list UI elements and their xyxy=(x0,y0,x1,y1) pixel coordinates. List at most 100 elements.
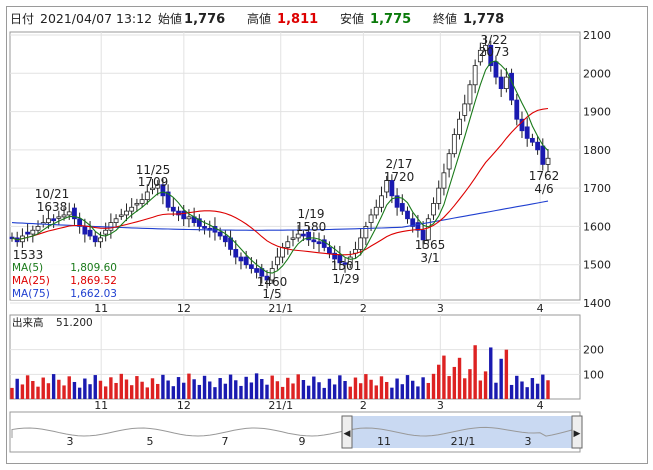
volume-bar xyxy=(51,374,56,399)
volume-bar xyxy=(208,381,212,399)
volume-bar xyxy=(457,357,462,399)
volume-bar xyxy=(228,374,233,399)
volume-bar xyxy=(431,373,436,399)
candle-body xyxy=(82,226,88,235)
volume-time-tick-label: 12 xyxy=(177,399,191,412)
candle-body xyxy=(540,145,546,165)
candle-body xyxy=(92,235,98,243)
candle-body xyxy=(118,214,124,217)
volume-bar xyxy=(161,374,165,399)
candle-body xyxy=(436,187,442,204)
volume-bar xyxy=(109,377,113,399)
candle-body xyxy=(529,137,535,143)
volume-bar xyxy=(119,373,123,399)
volume-bar xyxy=(280,386,285,399)
ma25-value: 1,869.52 xyxy=(70,275,117,287)
candle-body xyxy=(431,203,436,216)
candle-body xyxy=(285,241,291,248)
volume-bar xyxy=(41,377,45,399)
annotation-label: 10/21 xyxy=(35,187,70,201)
volume-bar xyxy=(332,384,337,399)
navigator-tick-label: 9 xyxy=(299,435,306,448)
volume-bar xyxy=(25,375,30,399)
candle-body xyxy=(113,218,119,223)
volume-bar xyxy=(88,384,92,399)
annotation-sublabel: 1/29 xyxy=(333,272,360,286)
volume-bar xyxy=(114,382,118,399)
candle-body xyxy=(35,226,41,231)
volume-bar xyxy=(234,380,238,399)
candle-body xyxy=(186,216,192,220)
volume-bar xyxy=(166,380,170,399)
candle-body xyxy=(46,218,51,223)
candle-body xyxy=(503,76,509,90)
volume-bar xyxy=(202,375,207,399)
volume-bar xyxy=(520,381,524,399)
volume-bar xyxy=(265,384,269,399)
volume-bar xyxy=(260,379,264,399)
volume-bar xyxy=(364,374,368,399)
volume-bar xyxy=(98,380,103,399)
navigator-tick-label: 21/1 xyxy=(451,435,476,448)
volume-bar xyxy=(150,378,155,399)
time-tick-label: 12 xyxy=(177,302,191,315)
volume-bar xyxy=(171,386,176,399)
volume-bar xyxy=(20,384,25,399)
volume-bar xyxy=(223,383,228,399)
volume-bar xyxy=(254,373,259,399)
candle-body xyxy=(280,247,286,258)
volume-bar xyxy=(296,374,300,399)
volume-bar xyxy=(270,375,274,399)
volume-bar xyxy=(103,386,108,399)
volume-bar xyxy=(494,382,498,399)
annotation-sublabel: 1709 xyxy=(138,175,169,189)
candle-body xyxy=(129,206,135,212)
volume-bar xyxy=(468,369,472,399)
volume-bar xyxy=(353,377,358,399)
candle-body xyxy=(457,118,462,135)
volume-bar xyxy=(197,384,202,399)
volume-bar xyxy=(535,383,540,399)
candle-body xyxy=(498,76,504,90)
time-tick-label: 3 xyxy=(437,302,444,315)
volume-bar xyxy=(421,377,425,399)
annotation-label: 1533 xyxy=(13,248,44,262)
candle-body xyxy=(139,199,145,204)
annotation-label: 1/19 xyxy=(298,207,325,221)
price-tick-label: 2000 xyxy=(583,67,611,80)
candle-body xyxy=(274,256,280,266)
time-tick-label: 4 xyxy=(537,302,544,315)
candle-body xyxy=(25,231,31,235)
stock-chart: 3 5 7 9 11 21/1 3 2100200019001800170016001500… xyxy=(9,29,611,453)
volume-bar xyxy=(400,384,404,399)
candle-body xyxy=(103,229,109,235)
volume-bar xyxy=(509,384,514,399)
volume-bar xyxy=(541,374,545,399)
navigator-tick-label: 7 xyxy=(222,435,229,448)
volume-bar xyxy=(369,379,373,399)
candle-body xyxy=(441,172,447,189)
price-tick-label: 1400 xyxy=(583,297,611,310)
candle-body xyxy=(545,157,551,165)
volume-bar xyxy=(156,383,160,399)
volume-bar xyxy=(358,383,363,399)
left-handle-arrow: ◀ xyxy=(344,429,351,439)
volume-tick-label: 100 xyxy=(583,368,604,381)
candle-body xyxy=(301,233,306,237)
volume-bar xyxy=(390,387,394,399)
volume-bar xyxy=(145,387,150,399)
candle-body xyxy=(30,229,36,235)
volume-bar xyxy=(395,378,399,399)
volume-time-tick-label: 2 xyxy=(360,399,367,412)
candle-body xyxy=(311,239,317,243)
volume-bar xyxy=(187,373,191,399)
volume-time-tick-label: 3 xyxy=(437,399,444,412)
volume-label: 出来高 xyxy=(12,316,44,329)
candle-body xyxy=(134,203,140,206)
volume-bar xyxy=(489,347,493,399)
volume-bar xyxy=(244,376,248,399)
volume-bar xyxy=(426,382,431,399)
price-tick-label: 1600 xyxy=(583,220,611,233)
volume-time-tick-label: 4 xyxy=(537,399,544,412)
time-tick-label: 2 xyxy=(360,302,367,315)
